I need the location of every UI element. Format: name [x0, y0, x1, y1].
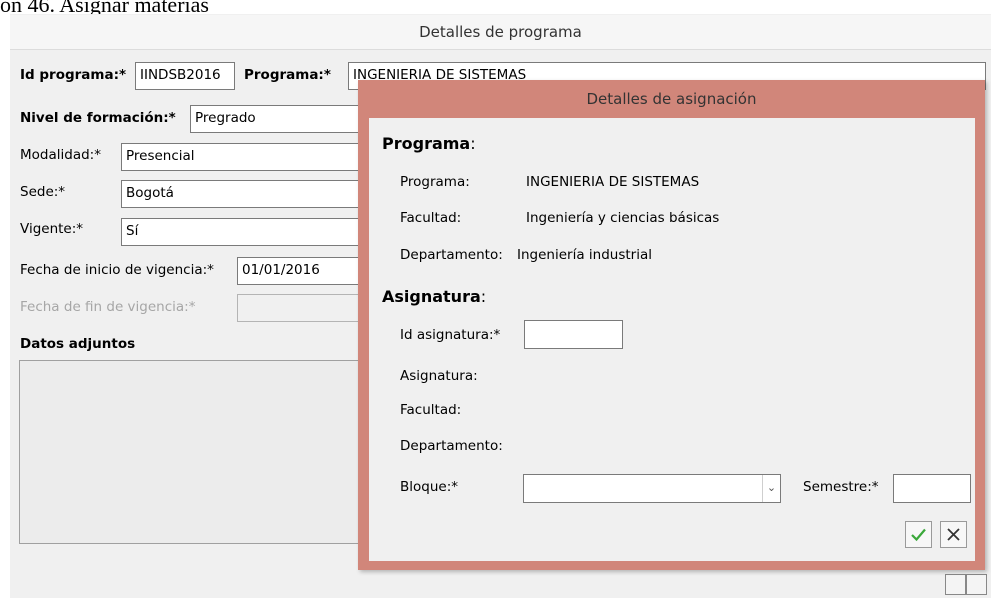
- cancel-button[interactable]: [940, 521, 967, 548]
- main-cancel-button[interactable]: [966, 574, 987, 595]
- attachments-area[interactable]: [19, 360, 364, 544]
- id-programa-input[interactable]: IINDSB2016: [135, 62, 235, 90]
- sede-value: Bogotá: [126, 185, 174, 201]
- programa-section-heading: Programa:: [382, 134, 476, 153]
- modalidad-select[interactable]: Presencial: [121, 143, 368, 171]
- asig-departamento-label: Departamento:: [400, 438, 503, 454]
- dlg-facultad-value: Ingeniería y ciencias básicas: [526, 210, 720, 226]
- modalidad-label: Modalidad:*: [20, 147, 101, 163]
- vigente-value: Sí: [126, 223, 139, 239]
- dlg-facultad-label: Facultad:: [400, 210, 462, 226]
- vigente-select[interactable]: Sí: [121, 218, 368, 246]
- fecha-fin-label: Fecha de fin de vigencia:*: [20, 299, 196, 315]
- close-icon: [947, 528, 960, 541]
- datos-adjuntos-label: Datos adjuntos: [20, 336, 136, 352]
- nivel-formacion-value: Pregrado: [195, 110, 256, 126]
- sede-label: Sede:*: [20, 184, 66, 200]
- dlg-programa-value: INGENIERIA DE SISTEMAS: [526, 174, 700, 190]
- accept-button[interactable]: [905, 521, 932, 548]
- check-icon: [911, 528, 926, 542]
- id-programa-label: Id programa:*: [20, 67, 127, 83]
- modalidad-value: Presencial: [126, 148, 195, 164]
- dlg-departamento-value: Ingeniería industrial: [517, 247, 652, 263]
- fecha-inicio-label: Fecha de inicio de vigencia:*: [20, 262, 214, 278]
- semestre-input[interactable]: [893, 474, 971, 503]
- asignatura-label: Asignatura:: [400, 368, 478, 384]
- fecha-inicio-input[interactable]: 01/01/2016: [237, 257, 368, 285]
- asig-facultad-label: Facultad:: [400, 402, 462, 418]
- nivel-formacion-select[interactable]: Pregrado: [190, 105, 368, 133]
- dialog-title: Detalles de asignación: [586, 90, 757, 108]
- asignatura-section-heading: Asignatura:: [382, 287, 487, 306]
- nivel-formacion-label: Nivel de formación:*: [20, 110, 176, 126]
- programa-label: Programa:*: [244, 67, 331, 83]
- window-title: Detalles de programa: [10, 15, 991, 50]
- bloque-label: Bloque:*: [400, 479, 459, 495]
- main-accept-button[interactable]: [945, 574, 966, 595]
- vigente-label: Vigente:*: [20, 221, 84, 237]
- dlg-departamento-label: Departamento:: [400, 247, 503, 263]
- sede-select[interactable]: Bogotá: [121, 180, 368, 208]
- chevron-down-icon[interactable]: ⌄: [762, 475, 780, 502]
- bloque-select[interactable]: ⌄: [523, 474, 781, 503]
- semestre-label: Semestre:*: [803, 479, 879, 495]
- dlg-programa-label: Programa:: [400, 174, 470, 190]
- fecha-fin-input: [237, 294, 368, 322]
- id-asignatura-label: Id asignatura:*: [400, 327, 501, 343]
- id-asignatura-input[interactable]: [524, 320, 623, 349]
